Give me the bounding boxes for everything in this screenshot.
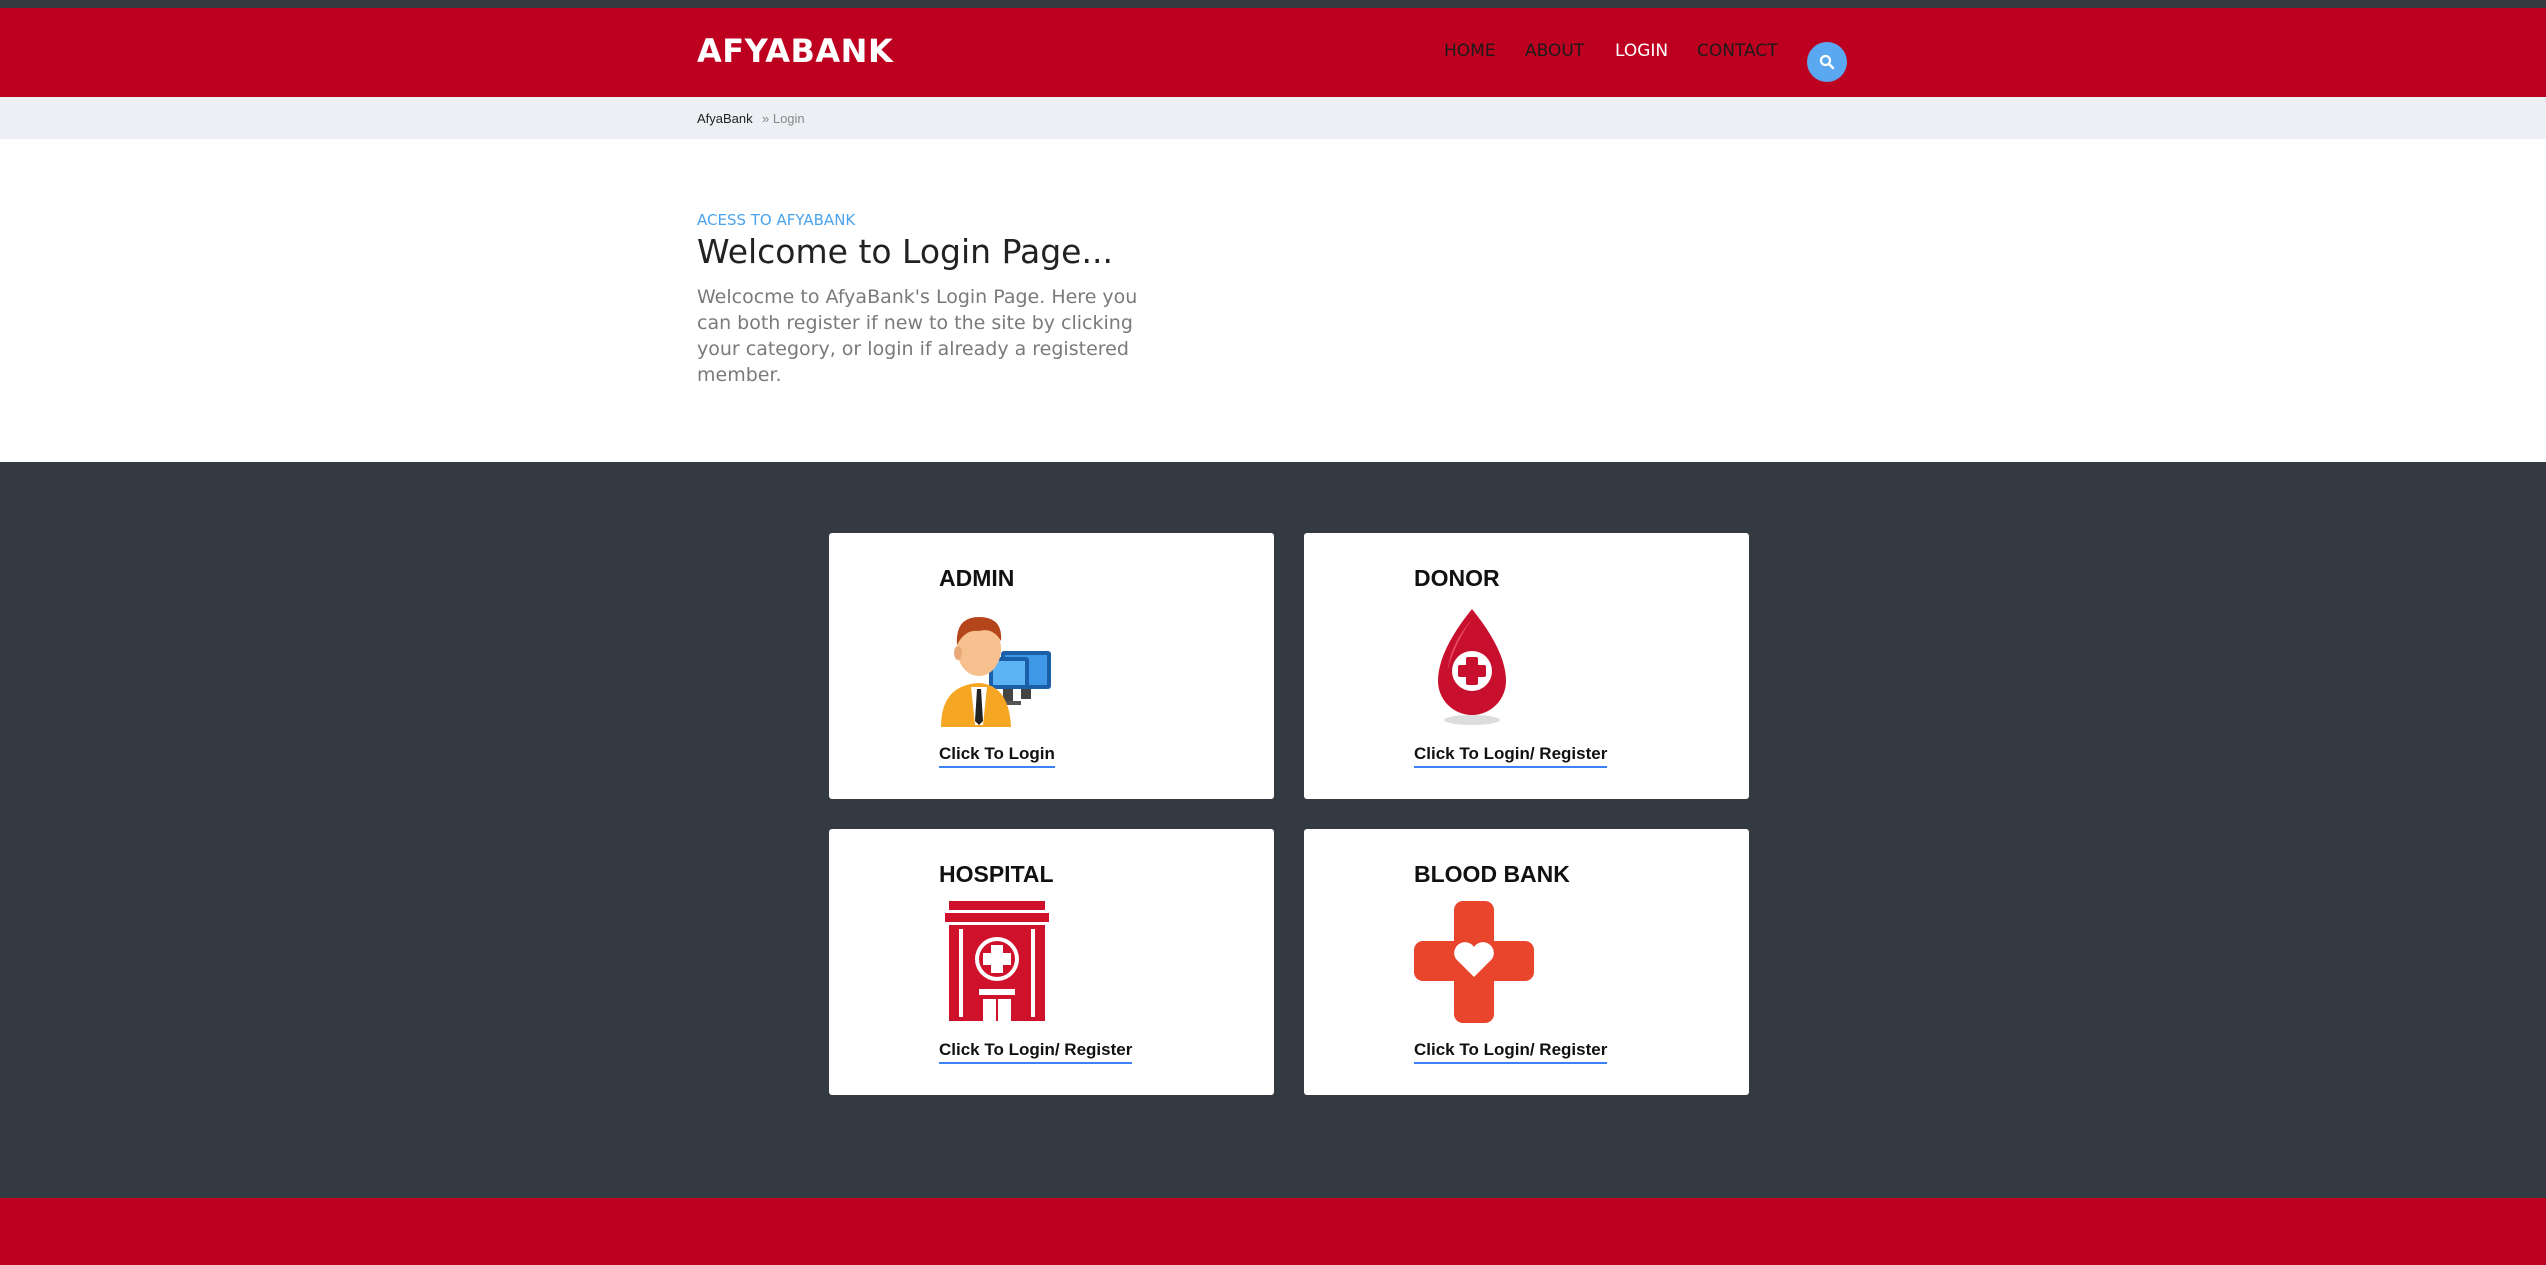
admin-computer-icon xyxy=(941,617,1051,727)
medical-cross-heart-icon xyxy=(1414,901,1534,1023)
breadcrumb-home-link[interactable]: AfyaBank xyxy=(697,111,753,126)
blood-drop-icon xyxy=(1438,609,1506,725)
nav-login[interactable]: LOGIN xyxy=(1615,41,1668,61)
brand-logo[interactable]: AFYABANK xyxy=(697,32,893,70)
breadcrumb-current: » Login xyxy=(762,111,805,126)
nav-home[interactable]: HOME xyxy=(1444,41,1496,61)
nav-contact[interactable]: CONTACT xyxy=(1697,41,1778,61)
card-blood-bank-title: BLOOD BANK xyxy=(1414,861,1570,887)
footer xyxy=(0,1198,2546,1265)
card-donor: DONOR Click To Login/ Register xyxy=(1304,533,1749,799)
hospital-building-icon xyxy=(945,901,1049,1021)
donor-login-register-link[interactable]: Click To Login/ Register xyxy=(1414,744,1608,768)
card-admin-title: ADMIN xyxy=(939,565,1015,591)
intro-text: Welcocme to AfyaBank's Login Page. Here … xyxy=(697,286,1138,386)
card-admin: ADMIN Click To Login xyxy=(829,533,1274,799)
blood-bank-login-register-link[interactable]: Click To Login/ Register xyxy=(1414,1040,1608,1064)
card-donor-title: DONOR xyxy=(1414,565,1500,591)
admin-login-link[interactable]: Click To Login xyxy=(939,744,1055,768)
login-categories-section: ADMIN Click To Login DONOR Click To Logi… xyxy=(0,462,2546,1198)
nav-about[interactable]: ABOUT xyxy=(1525,41,1584,61)
top-strip xyxy=(0,0,2546,8)
card-hospital-title: HOSPITAL xyxy=(939,861,1054,887)
breadcrumb: AfyaBank » Login xyxy=(0,97,2546,139)
card-hospital: HOSPITAL Click To Login/ Register xyxy=(829,829,1274,1095)
section-eyebrow: ACESS TO AFYABANK xyxy=(697,211,856,229)
page-title: Welcome to Login Page... xyxy=(697,232,1113,271)
hospital-login-register-link[interactable]: Click To Login/ Register xyxy=(939,1040,1133,1064)
search-button[interactable] xyxy=(1807,42,1847,82)
card-blood-bank: BLOOD BANK Click To Login/ Register xyxy=(1304,829,1749,1095)
search-icon xyxy=(1819,54,1835,70)
navbar: AFYABANK HOME ABOUT LOGIN CONTACT xyxy=(0,8,2546,97)
